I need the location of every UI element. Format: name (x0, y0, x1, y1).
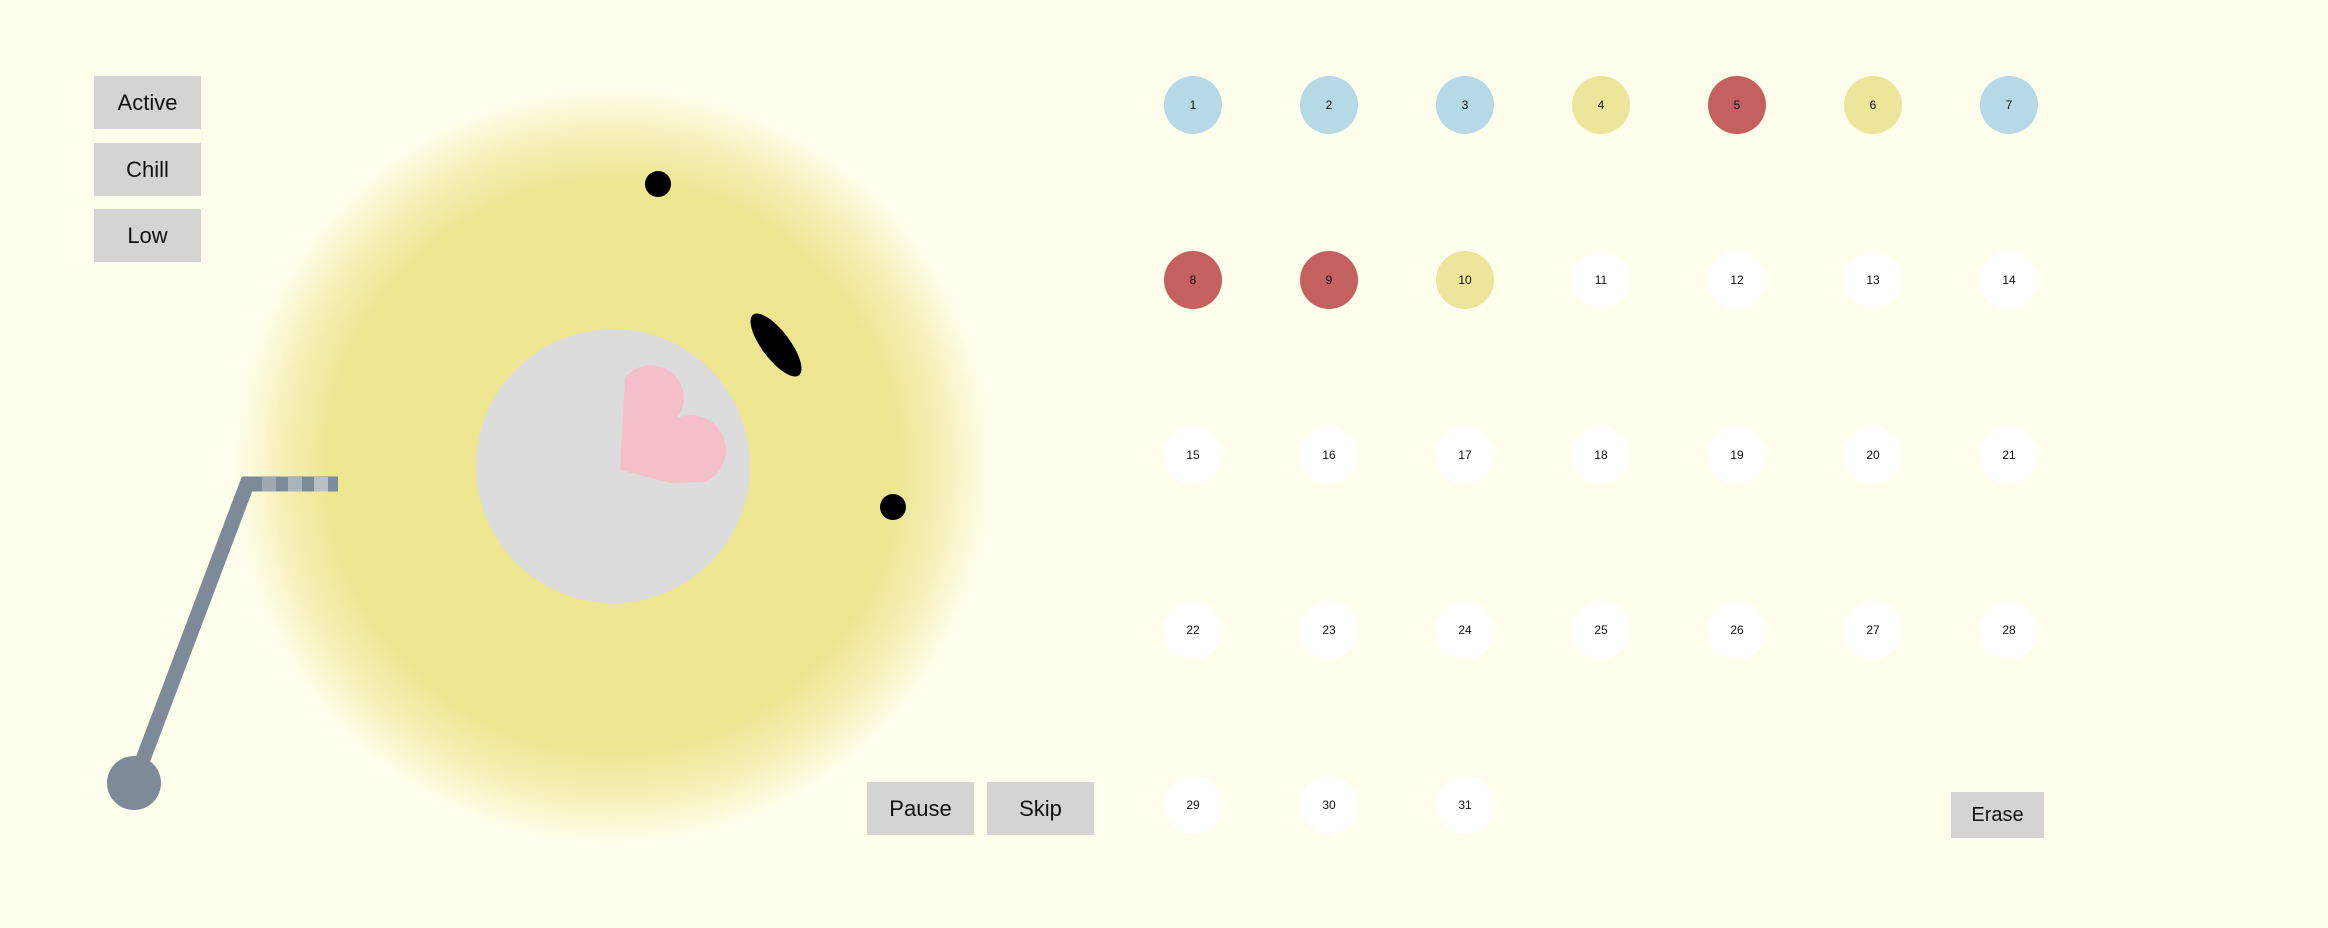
day-cell[interactable]: 3 (1436, 76, 1494, 134)
day-cell[interactable]: 12 (1708, 251, 1766, 309)
skip-button[interactable]: Skip (987, 782, 1094, 835)
day-cell[interactable]: 7 (1980, 76, 2038, 134)
pause-button[interactable]: Pause (867, 782, 974, 835)
day-cell[interactable]: 30 (1300, 776, 1358, 834)
day-cell[interactable]: 27 (1844, 601, 1902, 659)
day-cell[interactable]: 8 (1164, 251, 1222, 309)
day-cell[interactable]: 21 (1980, 426, 2038, 484)
day-cell[interactable]: 28 (1980, 601, 2038, 659)
day-cell[interactable]: 2 (1300, 76, 1358, 134)
day-cell[interactable]: 22 (1164, 601, 1222, 659)
erase-button[interactable]: Erase (1951, 792, 2044, 838)
day-cell[interactable]: 23 (1300, 601, 1358, 659)
day-cell[interactable]: 18 (1572, 426, 1630, 484)
day-cell[interactable]: 13 (1844, 251, 1902, 309)
day-cell[interactable]: 15 (1164, 426, 1222, 484)
day-cell[interactable]: 14 (1980, 251, 2038, 309)
day-cell[interactable]: 6 (1844, 76, 1902, 134)
day-cell[interactable]: 25 (1572, 601, 1630, 659)
day-cell[interactable]: 31 (1436, 776, 1494, 834)
tonearm-pivot[interactable] (107, 756, 161, 810)
day-cell[interactable]: 29 (1164, 776, 1222, 834)
day-cell[interactable]: 19 (1708, 426, 1766, 484)
day-cell[interactable]: 20 (1844, 426, 1902, 484)
day-cell[interactable]: 5 (1708, 76, 1766, 134)
day-cell[interactable]: 10 (1436, 251, 1494, 309)
disc-dot-top (645, 171, 671, 197)
day-cell[interactable]: 4 (1572, 76, 1630, 134)
day-cell[interactable]: 9 (1300, 251, 1358, 309)
day-cell[interactable]: 11 (1572, 251, 1630, 309)
day-cell[interactable]: 24 (1436, 601, 1494, 659)
day-grid: 1 2 3 4 5 6 7 8 9 10 11 12 13 14 15 16 17 18 19 20 21 22 23 24 2… (1100, 0, 2328, 928)
day-cell[interactable]: 17 (1436, 426, 1494, 484)
disc-dot-right (880, 494, 906, 520)
day-cell[interactable]: 16 (1300, 426, 1358, 484)
day-cell[interactable]: 26 (1708, 601, 1766, 659)
day-cell[interactable]: 1 (1164, 76, 1222, 134)
